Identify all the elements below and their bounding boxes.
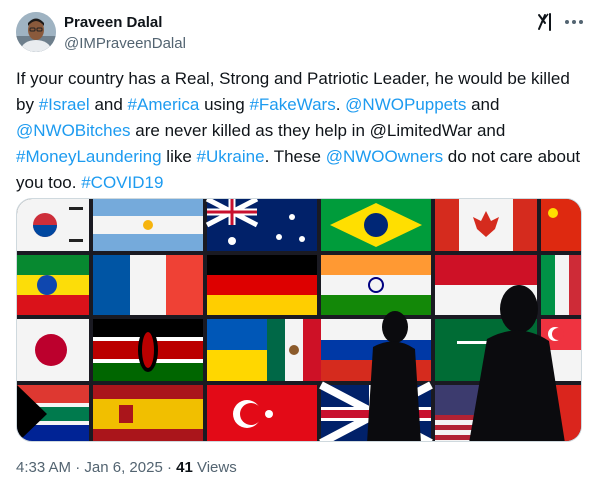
hashtag-link[interactable]: #Israel xyxy=(39,95,90,114)
views-count: 41 xyxy=(176,459,193,476)
tweet-meta: 4:33 AM · Jan 6, 2025 · 41 Views xyxy=(16,458,237,478)
grok-icon[interactable] xyxy=(534,10,558,34)
avatar[interactable] xyxy=(16,12,56,52)
tweet-date[interactable]: Jan 6, 2025 xyxy=(84,459,162,476)
flag-brazil xyxy=(321,199,431,251)
tweet-text-segment: and xyxy=(466,95,500,114)
flag-spain xyxy=(93,385,203,441)
hashtag-link[interactable]: @NWOPuppets xyxy=(345,95,466,114)
author-handle[interactable]: @IMPraveenDalal xyxy=(64,34,186,54)
hashtag-link[interactable]: #MoneyLaundering xyxy=(16,147,162,166)
flag-canada xyxy=(435,199,537,251)
hashtag-link[interactable]: #Ukraine xyxy=(197,147,265,166)
flag-ethiopia xyxy=(17,255,89,315)
tweet-text-segment: using xyxy=(199,95,250,114)
tweet-text-segment: and xyxy=(89,95,128,114)
flag-italy xyxy=(541,255,581,315)
flag-south-africa xyxy=(17,385,89,441)
hashtag-link[interactable]: @NWOOwners xyxy=(326,147,443,166)
tweet-text: If your country has a Real, Strong and P… xyxy=(16,66,582,196)
flag-korea xyxy=(17,199,89,251)
tweet-time[interactable]: 4:33 AM xyxy=(16,459,71,476)
flag-australia xyxy=(205,199,317,251)
author-name[interactable]: Praveen Dalal xyxy=(64,13,162,33)
tweet-text-segment: are never killed as they help in @Limite… xyxy=(130,121,506,140)
tweet-text-segment: . These xyxy=(264,147,326,166)
flag-argentina xyxy=(93,199,203,251)
more-horizontal-icon[interactable] xyxy=(562,10,586,34)
tweet-text-segment: like xyxy=(161,147,197,166)
hashtag-link[interactable]: @NWOBitches xyxy=(16,121,131,140)
flag-india xyxy=(321,255,431,315)
flag-mexico xyxy=(267,319,321,381)
flag-kenya xyxy=(93,319,203,381)
tweet: Praveen Dalal @IMPraveenDalal If your co… xyxy=(0,0,598,490)
flag-japan xyxy=(17,319,89,381)
hashtag-link[interactable]: #FakeWars xyxy=(249,95,335,114)
meta-separator: · xyxy=(71,459,85,476)
flag-france xyxy=(93,255,203,315)
tweet-image[interactable] xyxy=(16,198,582,442)
meta-separator: · xyxy=(162,459,177,476)
hashtag-link[interactable]: #America xyxy=(128,95,200,114)
flag-turkey xyxy=(207,385,317,441)
flag-germany xyxy=(207,255,317,315)
views-label: Views xyxy=(192,459,237,476)
flag-china xyxy=(541,199,581,251)
hashtag-link[interactable]: #COVID19 xyxy=(81,173,163,192)
tweet-text-segment: . xyxy=(335,95,346,114)
